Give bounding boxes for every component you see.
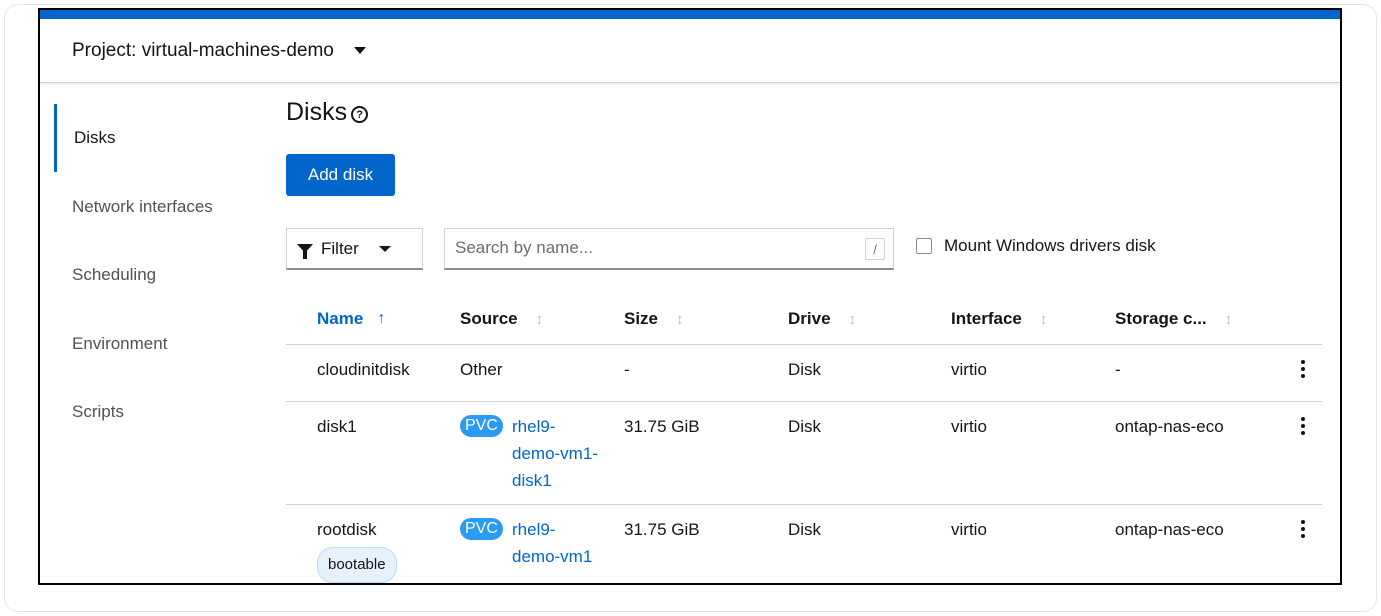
disk-name: cloudinitdisk [317, 360, 410, 379]
disks-table: Name ↑ Source ↕ Size ↕ Drive ↕ Interface [286, 294, 1322, 583]
app-frame: Project: virtual-machines-demo Disks Net… [38, 8, 1342, 585]
project-selector[interactable]: Project: virtual-machines-demo [40, 19, 1340, 83]
column-header-size[interactable]: Size ↕ [624, 309, 684, 329]
disk-size: 31.75 GiB [624, 417, 700, 436]
table-row: cloudinitdisk Other - Disk virtio - [286, 345, 1322, 402]
disk-interface: virtio [951, 360, 987, 379]
sidebar-item-label: Disks [74, 128, 116, 147]
column-header-drive[interactable]: Drive ↕ [788, 309, 856, 329]
disk-source: PVC rhel9-demo-vm1 [460, 516, 620, 566]
add-disk-button[interactable]: Add disk [286, 154, 395, 196]
filter-icon [297, 244, 313, 259]
sidebar-item-environment[interactable]: Environment [54, 310, 274, 378]
mount-windows-drivers-option[interactable]: Mount Windows drivers disk [916, 236, 1156, 256]
filter-dropdown[interactable]: Filter [286, 228, 423, 270]
pvc-link[interactable]: rhel9-demo-vm1 [512, 516, 602, 570]
column-header-interface[interactable]: Interface ↕ [951, 309, 1047, 329]
disk-storage-class: - [1115, 360, 1121, 379]
disk-size: 31.75 GiB [624, 520, 700, 539]
kebab-icon[interactable] [1300, 417, 1306, 435]
sort-icon: ↕ [676, 310, 684, 328]
checkbox-label: Mount Windows drivers disk [944, 236, 1156, 255]
disk-storage-class: ontap-nas-eco [1115, 417, 1224, 436]
sidebar-item-label: Scripts [72, 402, 124, 421]
sidebar-item-label: Network interfaces [72, 197, 213, 216]
table-row: disk1 PVC rhel9-demo-vm1-disk1 31.75 GiB… [286, 402, 1322, 505]
search-field[interactable]: / [444, 228, 894, 270]
sidebar-item-label: Environment [72, 334, 168, 353]
sidebar: Disks Network interfaces Scheduling Envi… [40, 84, 280, 583]
search-input[interactable] [445, 229, 845, 267]
column-header-storage-class[interactable]: Storage c... ↕ [1115, 309, 1232, 329]
main-content: Disks ? Add disk Filter / Mount Windows … [286, 84, 1336, 583]
disk-size: - [624, 360, 630, 379]
table-header: Name ↑ Source ↕ Size ↕ Drive ↕ Interface [286, 294, 1322, 345]
column-header-name[interactable]: Name ↑ [317, 309, 385, 329]
keyboard-shortcut-hint: / [865, 238, 885, 260]
column-header-source[interactable]: Source ↕ [460, 309, 543, 329]
disk-drive: Disk [788, 360, 822, 379]
disk-source: PVC rhel9-demo-vm1-disk1 [460, 413, 620, 490]
table-row: rootdisk bootable PVC rhel9-demo-vm1 31.… [286, 505, 1322, 583]
pvc-badge: PVC [460, 518, 503, 540]
caret-down-icon[interactable] [353, 47, 366, 54]
chevron-down-icon [378, 245, 391, 252]
sidebar-item-label: Scheduling [72, 265, 157, 284]
disk-name: disk1 [317, 417, 357, 436]
sort-ascending-icon: ↑ [377, 310, 386, 327]
top-accent-bar [40, 10, 1340, 19]
sidebar-item-disks[interactable]: Disks [54, 104, 274, 172]
filter-label: Filter [321, 238, 359, 258]
sidebar-item-scheduling[interactable]: Scheduling [54, 241, 274, 309]
disk-interface: virtio [951, 520, 987, 539]
disk-drive: Disk [788, 417, 822, 436]
disk-name: rootdisk [317, 520, 377, 539]
project-label: Project: virtual-machines-demo [72, 39, 334, 61]
page-title-text: Disks [286, 98, 348, 126]
disk-interface: virtio [951, 417, 987, 436]
bootable-label: bootable [317, 547, 397, 583]
sort-icon: ↕ [535, 310, 544, 328]
page-title: Disks ? [286, 98, 369, 127]
disk-source: Other [460, 360, 503, 379]
help-icon[interactable]: ? [351, 106, 369, 123]
pvc-badge: PVC [460, 415, 503, 437]
sort-icon: ↕ [1224, 310, 1233, 328]
disk-drive: Disk [788, 520, 822, 539]
sort-icon: ↕ [1039, 310, 1048, 328]
disk-name-cell: rootdisk bootable [317, 516, 397, 583]
pvc-link[interactable]: rhel9-demo-vm1-disk1 [512, 413, 602, 494]
kebab-icon[interactable] [1300, 360, 1306, 378]
disk-storage-class: ontap-nas-eco [1115, 520, 1224, 539]
sort-icon: ↕ [848, 310, 857, 328]
sidebar-item-network-interfaces[interactable]: Network interfaces [54, 173, 274, 241]
mount-windows-drivers-checkbox[interactable] [916, 238, 932, 254]
sidebar-item-scripts[interactable]: Scripts [54, 378, 274, 446]
kebab-icon[interactable] [1300, 520, 1306, 538]
